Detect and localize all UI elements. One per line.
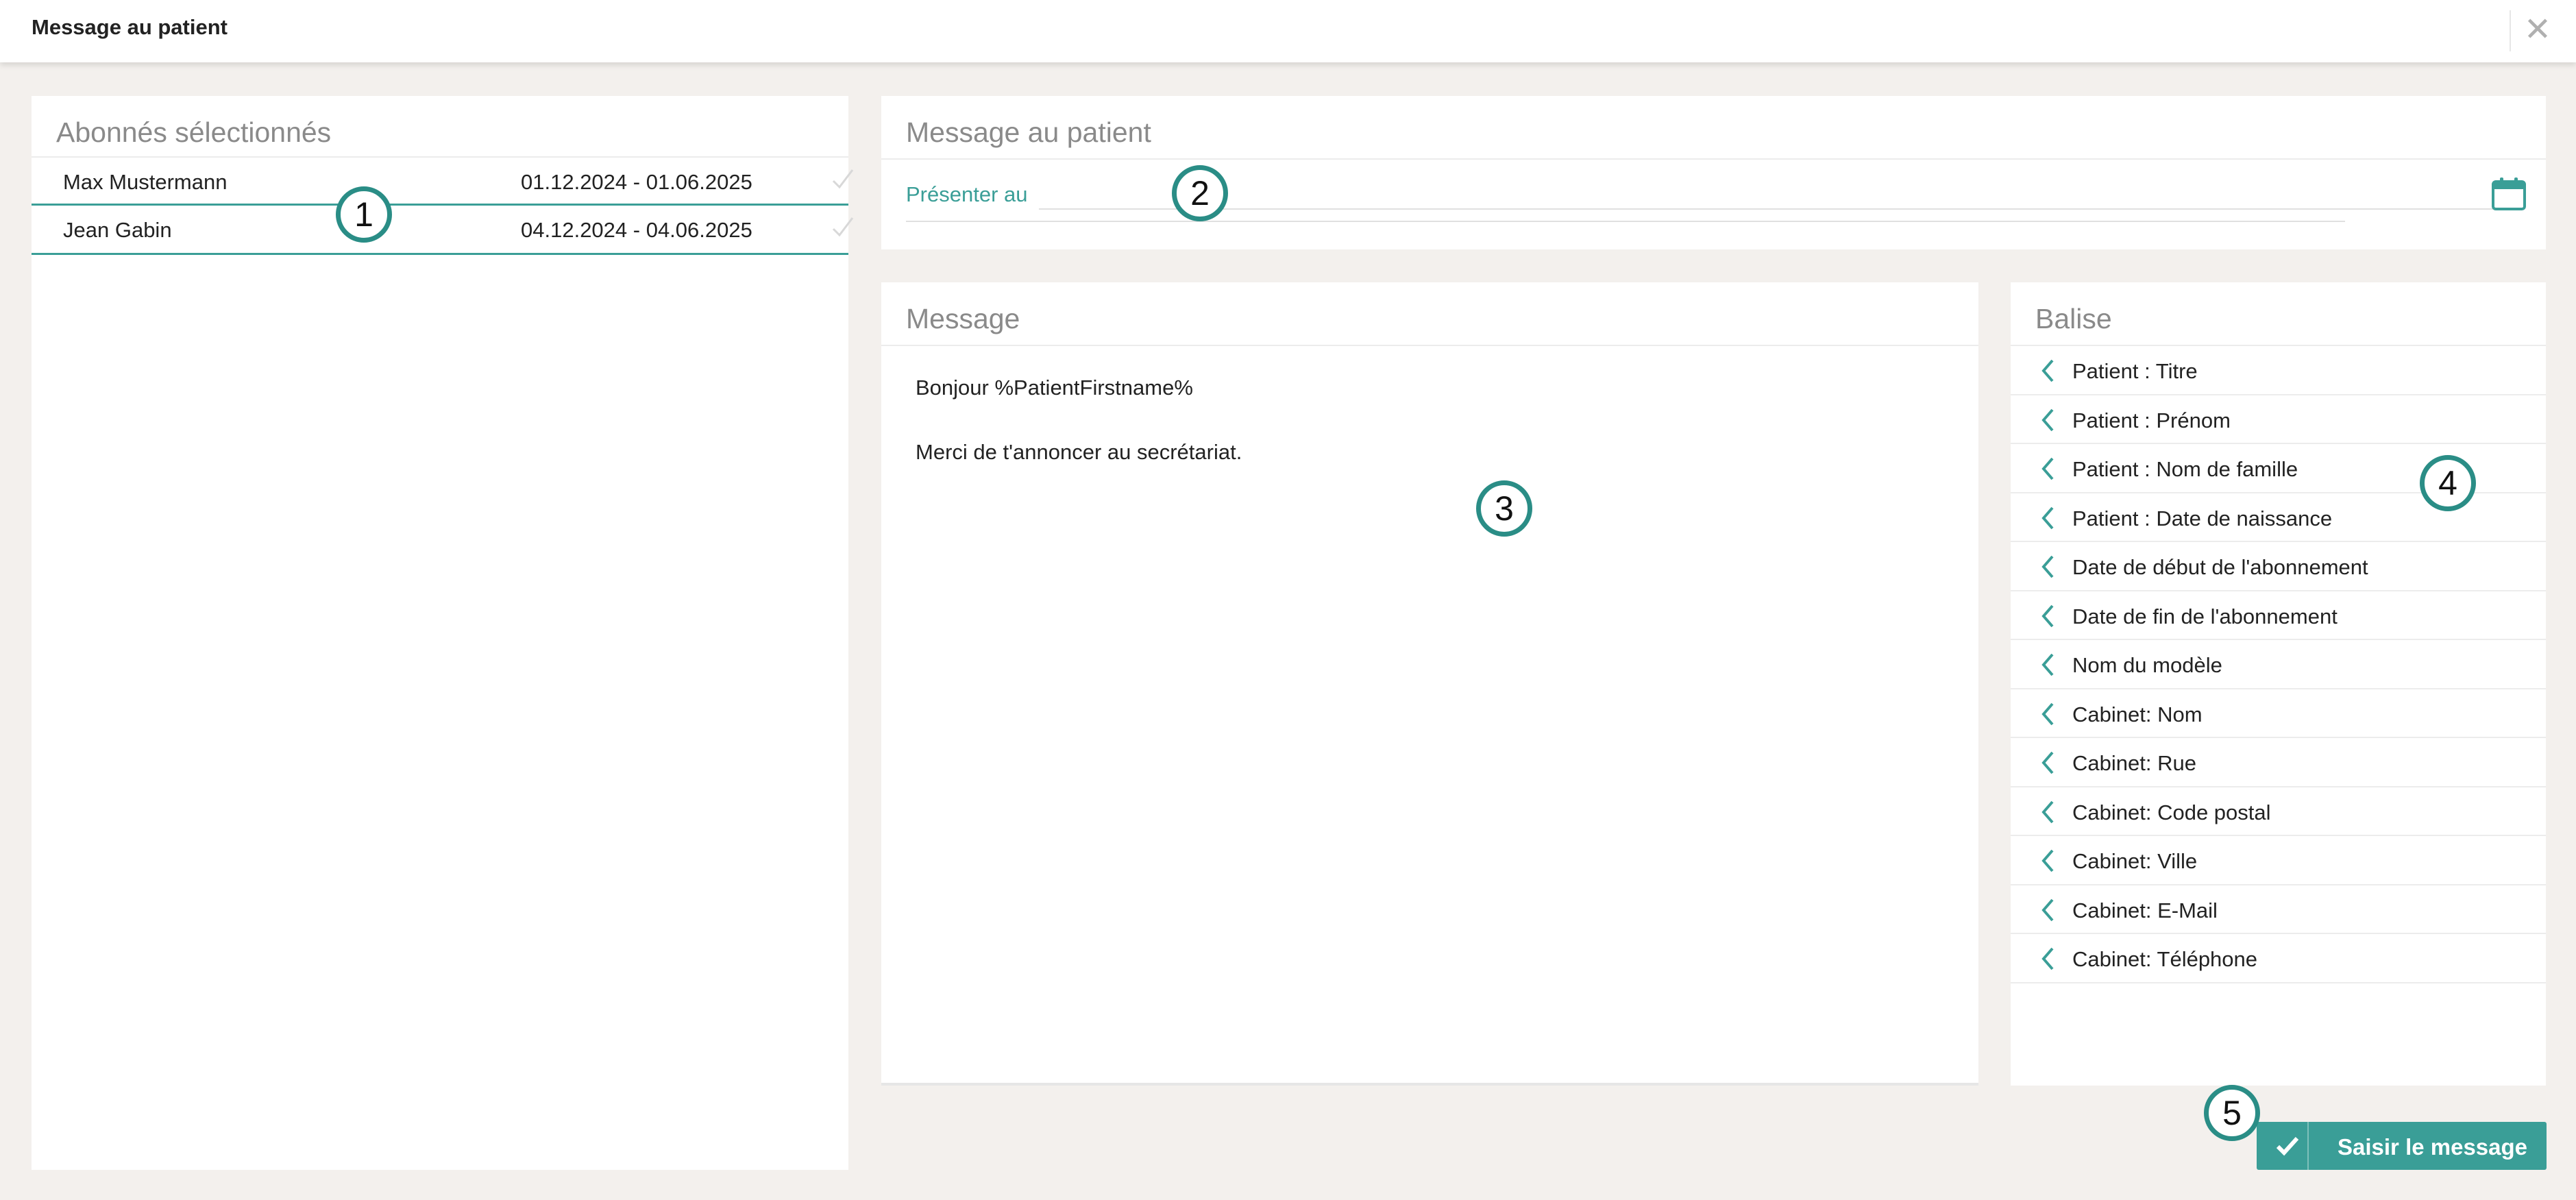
subscribers-panel-title: Abonnés sélectionnés [56,117,332,148]
balise-item[interactable]: Cabinet: Nom [2011,689,2546,738]
balise-item[interactable]: Cabinet: Téléphone [2011,934,2546,983]
message-panel-title: Message [906,303,1020,334]
close-icon: ✕ [2523,12,2552,48]
submit-message-button[interactable]: Saisir le message [2257,1122,2547,1170]
balise-item[interactable]: Patient : Prénom [2011,395,2546,444]
chevron-left-icon [2039,750,2056,775]
balise-item[interactable]: Date de fin de l'abonnement [2011,591,2546,640]
chevron-left-icon [2039,652,2056,677]
balise-item-label: Cabinet: E-Mail [2072,898,2218,922]
balise-panel-title: Balise [2035,303,2112,334]
callout-1: 1 [336,186,392,243]
present-date-label: Présenter au [906,182,1028,206]
subscription-dates: 04.12.2024 - 04.06.2025 [521,218,752,242]
chevron-left-icon [2039,456,2056,481]
balise-item-label: Patient : Prénom [2072,408,2231,432]
balise-item-label: Cabinet: Nom [2072,702,2203,726]
chevron-left-icon [2039,408,2056,432]
callout-3: 3 [1476,480,1532,537]
balise-item[interactable]: Nom du modèle [2011,640,2546,689]
divider [881,345,1978,346]
balise-item-label: Patient : Titre [2072,359,2198,383]
balise-list: Patient : Titre Patient : Prénom Patient… [2011,345,2546,983]
balise-item[interactable]: Cabinet: Rue [2011,738,2546,787]
balise-item-label: Patient : Date de naissance [2072,506,2333,530]
chevron-left-icon [2039,702,2056,726]
balise-item-label: Date de début de l'abonnement [2072,555,2368,579]
callout-5: 5 [2204,1085,2260,1141]
subscription-dates: 01.12.2024 - 01.06.2025 [521,170,752,194]
window-title: Message au patient [32,15,228,39]
present-date-input[interactable] [1039,173,2512,210]
balise-item-label: Patient : Nom de famille [2072,457,2298,481]
calendar-icon[interactable] [2490,175,2527,212]
balise-panel: Balise Patient : Titre Patient : Prénom … [2011,282,2546,1086]
title-bar: Message au patient ✕ [0,0,2576,62]
chevron-left-icon [2039,800,2056,824]
checkmark-icon [2266,1122,2309,1170]
submit-message-label: Saisir le message [2338,1134,2528,1160]
divider [881,1083,1978,1086]
balise-item[interactable]: Cabinet: E-Mail [2011,885,2546,934]
balise-item-label: Cabinet: Téléphone [2072,947,2258,971]
balise-item[interactable]: Patient : Titre [2011,346,2546,395]
subscribers-panel: Abonnés sélectionnés Max Mustermann 01.1… [32,96,854,1170]
subscriber-row[interactable]: Max Mustermann 01.12.2024 - 01.06.2025 [32,156,854,206]
callout-2: 2 [1172,165,1228,221]
chevron-left-icon [2039,946,2056,971]
subscriber-name: Jean Gabin [63,218,172,242]
chevron-left-icon [2039,358,2056,383]
balise-item[interactable]: Cabinet: Code postal [2011,787,2546,836]
subscriber-row[interactable]: Jean Gabin 04.12.2024 - 04.06.2025 [32,206,854,255]
balise-item-label: Cabinet: Ville [2072,849,2198,873]
present-panel: Message au patient Présenter au [881,96,2546,249]
present-panel-title: Message au patient [906,117,1151,148]
chevron-left-icon [2039,604,2056,628]
balise-item-label: Date de fin de l'abonnement [2072,604,2338,628]
present-date-underline [906,221,2345,222]
balise-item[interactable]: Date de début de l'abonnement [2011,542,2546,591]
callout-4: 4 [2420,455,2476,511]
check-icon [829,166,857,193]
message-panel: Message Bonjour %PatientFirstname% Merci… [881,282,1978,1086]
chevron-left-icon [2039,506,2056,530]
message-textarea[interactable]: Bonjour %PatientFirstname% Merci de t'an… [916,371,1943,1057]
balise-item-label: Cabinet: Code postal [2072,800,2271,824]
balise-item[interactable]: Cabinet: Ville [2011,836,2546,885]
chevron-left-icon [2039,848,2056,873]
subscriber-name: Max Mustermann [63,170,228,194]
balise-item-label: Cabinet: Rue [2072,751,2196,775]
check-icon [829,214,857,241]
chevron-left-icon [2039,554,2056,579]
balise-item-label: Nom du modèle [2072,653,2222,677]
close-button[interactable]: ✕ [2510,10,2564,51]
chevron-left-icon [2039,898,2056,922]
divider [881,158,2546,160]
